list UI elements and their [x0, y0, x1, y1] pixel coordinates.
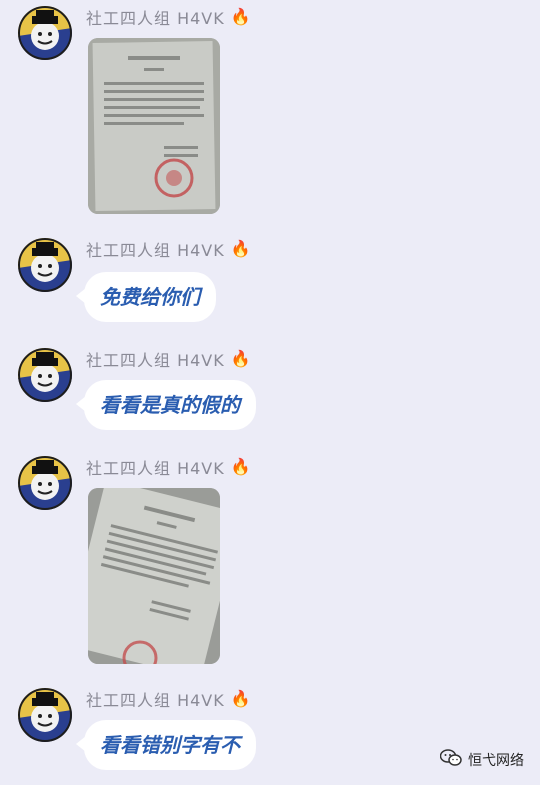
fire-icon: 🔥 [230, 349, 251, 368]
sender-name-row: 社工四人组 H4VK 🔥 [86, 6, 251, 29]
message-bubble[interactable]: 看看是真的假的 [76, 380, 256, 430]
fire-icon: 🔥 [230, 239, 251, 258]
sender-name: 社工四人组 H4VK [86, 9, 225, 28]
avatar[interactable] [18, 6, 72, 60]
fire-icon: 🔥 [230, 689, 251, 708]
sender-name: 社工四人组 H4VK [86, 351, 225, 370]
sender-name-row: 社工四人组 H4VK 🔥 [86, 456, 251, 479]
message-item: 社工四人组 H4VK 🔥 看看错别字有不 [18, 688, 318, 778]
message-image[interactable] [88, 488, 220, 664]
avatar[interactable] [18, 238, 72, 292]
sender-name-row: 社工四人组 H4VK 🔥 [86, 688, 251, 711]
message-image[interactable] [88, 38, 220, 214]
message-item: 社工四人组 H4VK 🔥 [18, 6, 258, 218]
avatar[interactable] [18, 348, 72, 402]
message-item: 社工四人组 H4VK 🔥 免费给你们 [18, 238, 278, 328]
sender-name-row: 社工四人组 H4VK 🔥 [86, 238, 251, 261]
chat-message-list: 社工四人组 H4VK 🔥 社工四人组 H4VK 🔥 免费给你们 社工四人组 H4… [0, 0, 540, 785]
sender-name: 社工四人组 H4VK [86, 459, 225, 478]
sender-name-row: 社工四人组 H4VK 🔥 [86, 348, 251, 371]
message-bubble[interactable]: 看看错别字有不 [76, 720, 256, 770]
fire-icon: 🔥 [230, 7, 251, 26]
watermark: 恒弋网络 [439, 749, 524, 771]
avatar[interactable] [18, 456, 72, 510]
message-item: 社工四人组 H4VK 🔥 [18, 456, 258, 668]
wechat-icon [439, 749, 462, 771]
message-bubble[interactable]: 免费给你们 [76, 272, 216, 322]
message-item: 社工四人组 H4VK 🔥 看看是真的假的 [18, 348, 318, 438]
fire-icon: 🔥 [230, 457, 251, 476]
avatar[interactable] [18, 688, 72, 742]
watermark-text: 恒弋网络 [468, 753, 524, 769]
sender-name: 社工四人组 H4VK [86, 691, 225, 710]
sender-name: 社工四人组 H4VK [86, 241, 225, 260]
